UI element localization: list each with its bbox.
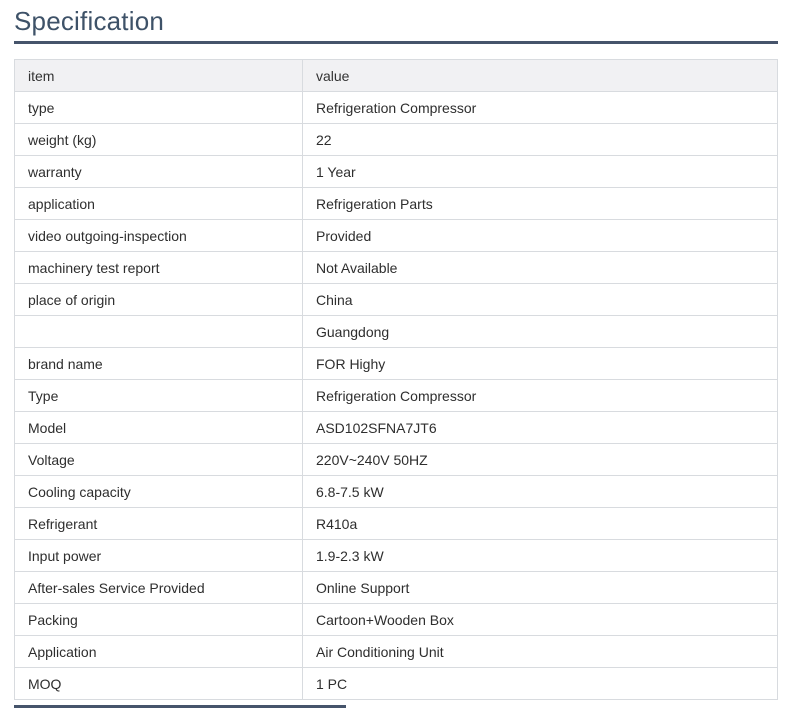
item-cell: type [14,91,303,124]
item-cell: Model [14,411,303,444]
item-cell: Application [14,635,303,668]
value-cell: FOR Highy [302,347,778,380]
table-row: Application Air Conditioning Unit [14,635,778,668]
value-cell: R410a [302,507,778,540]
value-column-header: value [302,59,778,92]
value-cell: 1.9-2.3 kW [302,539,778,572]
value-cell: 1 Year [302,155,778,188]
value-cell: ASD102SFNA7JT6 [302,411,778,444]
spec-table: item value type Refrigeration Compressor w… [14,59,778,700]
value-cell: 22 [302,123,778,156]
item-cell: weight (kg) [14,123,303,156]
table-row: place of origin China [14,283,778,316]
table-row: MOQ 1 PC [14,667,778,700]
page-title: Specification [14,6,165,36]
table-row: warranty 1 Year [14,155,778,188]
item-cell [14,315,303,348]
table-row: Cooling capacity 6.8-7.5 kW [14,475,778,508]
value-cell: China [302,283,778,316]
item-cell: place of origin [14,283,303,316]
item-cell: brand name [14,347,303,380]
item-cell: Refrigerant [14,507,303,540]
value-cell: Refrigeration Parts [302,187,778,220]
value-cell: Guangdong [302,315,778,348]
table-row: Refrigerant R410a [14,507,778,540]
value-cell: 1 PC [302,667,778,700]
table-row: type Refrigeration Compressor [14,91,778,124]
table-row: weight (kg) 22 [14,123,778,156]
table-row: brand name FOR Highy [14,347,778,380]
item-cell: Voltage [14,443,303,476]
table-row: Type Refrigeration Compressor [14,379,778,412]
item-cell: Input power [14,539,303,572]
item-cell: Packing [14,603,303,636]
table-row: application Refrigeration Parts [14,187,778,220]
table-row: Guangdong [14,315,778,348]
item-cell: After-sales Service Provided [14,571,303,604]
value-cell: Online Support [302,571,778,604]
value-cell: Provided [302,219,778,252]
item-cell: machinery test report [14,251,303,284]
table-row: Input power 1.9-2.3 kW [14,539,778,572]
next-section-divider [14,705,346,708]
item-cell: application [14,187,303,220]
item-cell: warranty [14,155,303,188]
spec-table-header: item value [14,59,778,92]
table-row: Model ASD102SFNA7JT6 [14,411,778,444]
value-cell: 220V~240V 50HZ [302,443,778,476]
value-cell: Air Conditioning Unit [302,635,778,668]
value-cell: Refrigeration Compressor [302,91,778,124]
value-cell: Not Available [302,251,778,284]
item-cell: video outgoing-inspection [14,219,303,252]
item-cell: Type [14,379,303,412]
header-row: item value [14,59,778,92]
table-row: Voltage 220V~240V 50HZ [14,443,778,476]
value-cell: Cartoon+Wooden Box [302,603,778,636]
item-cell: MOQ [14,667,303,700]
table-row: After-sales Service Provided Online Suppo… [14,571,778,604]
item-cell: Cooling capacity [14,475,303,508]
table-row: Packing Cartoon+Wooden Box [14,603,778,636]
value-cell: 6.8-7.5 kW [302,475,778,508]
item-column-header: item [14,59,303,92]
table-row: video outgoing-inspection Provided [14,219,778,252]
spec-table-body: type Refrigeration Compressor weight (kg) 2… [14,91,778,700]
specification-section: Specification item value type Refrigerati… [0,0,792,713]
table-row: machinery test report Not Available [14,251,778,284]
value-cell: Refrigeration Compressor [302,379,778,412]
title-underline [14,41,778,44]
